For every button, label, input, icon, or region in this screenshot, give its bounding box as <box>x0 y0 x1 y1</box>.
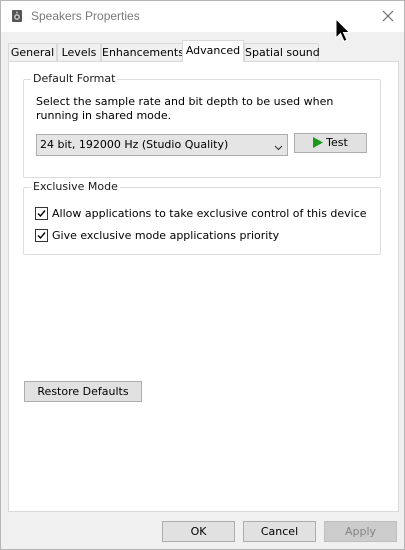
restore-defaults-button[interactable]: Restore Defaults <box>24 381 142 402</box>
tab-enhancements[interactable]: Enhancements <box>101 43 184 61</box>
exclusive-priority-label: Give exclusive mode applications priorit… <box>52 229 280 242</box>
default-format-label: Default Format <box>31 72 118 85</box>
ok-button[interactable]: OK <box>162 521 235 542</box>
sample-rate-value: 24 bit, 192000 Hz (Studio Quality) <box>40 138 229 151</box>
close-icon <box>382 10 394 22</box>
play-icon <box>313 136 324 154</box>
speaker-icon <box>10 9 24 23</box>
tab-spatial-sound[interactable]: Spatial sound <box>244 43 320 61</box>
tab-levels[interactable]: Levels <box>57 43 101 61</box>
exclusive-mode-group: Exclusive Mode Allow applications to tak… <box>23 180 381 255</box>
advanced-tab-panel: Default Format Select the sample rate an… <box>8 61 399 512</box>
window-title: Speakers Properties <box>31 9 140 23</box>
allow-exclusive-control-label: Allow applications to take exclusive con… <box>52 207 367 220</box>
cancel-button[interactable]: Cancel <box>243 521 316 542</box>
speakers-properties-dialog: Speakers Properties General Levels Enhan… <box>0 0 405 550</box>
apply-button[interactable]: Apply <box>324 521 397 542</box>
default-format-description: Select the sample rate and bit depth to … <box>36 95 334 122</box>
checkmark-icon <box>37 210 46 218</box>
close-button[interactable] <box>372 1 404 32</box>
exclusive-priority-checkbox[interactable] <box>35 229 48 242</box>
chevron-down-icon <box>274 141 283 154</box>
tab-advanced[interactable]: Advanced <box>182 40 244 62</box>
default-format-group: Default Format Select the sample rate an… <box>23 72 381 178</box>
checkmark-icon <box>37 232 46 240</box>
exclusive-mode-label: Exclusive Mode <box>31 180 120 193</box>
test-button-label: Test <box>326 136 348 149</box>
mouse-pointer-icon <box>335 17 351 44</box>
allow-exclusive-control-checkbox[interactable] <box>35 207 48 220</box>
sample-rate-dropdown[interactable]: 24 bit, 192000 Hz (Studio Quality) <box>36 134 288 156</box>
tab-general[interactable]: General <box>8 43 57 61</box>
test-button[interactable]: Test <box>294 133 367 153</box>
